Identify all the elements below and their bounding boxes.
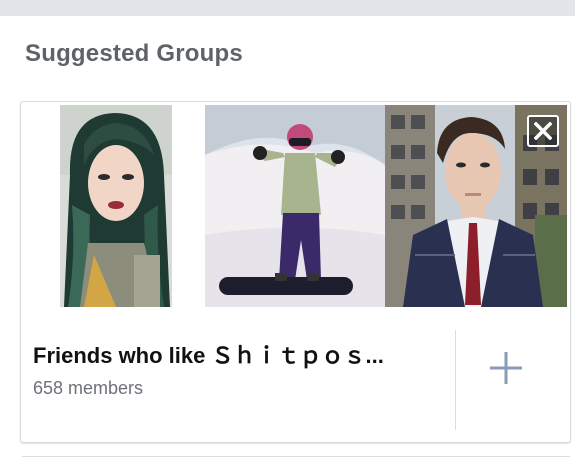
close-button[interactable] (527, 115, 559, 147)
bottom-divider (22, 456, 570, 457)
divider (455, 330, 456, 430)
plus-icon (490, 352, 522, 384)
group-member-count: 658 members (33, 378, 144, 398)
close-icon (534, 122, 552, 140)
join-group-button[interactable] (481, 343, 531, 393)
section-title: Suggested Groups (25, 40, 243, 67)
member-photo-1 (24, 105, 205, 307)
member-photo-2 (205, 105, 385, 307)
group-card[interactable]: Friends who like Ｓｈｉｔｐｏｓ... 658 members (20, 101, 571, 443)
top-strip (0, 0, 575, 16)
group-info[interactable]: Friends who like Ｓｈｉｔｐｏｓ... 658 members (21, 308, 570, 442)
group-photos[interactable] (24, 105, 567, 307)
group-name[interactable]: Friends who like Ｓｈｉｔｐｏｓ... (33, 338, 453, 370)
